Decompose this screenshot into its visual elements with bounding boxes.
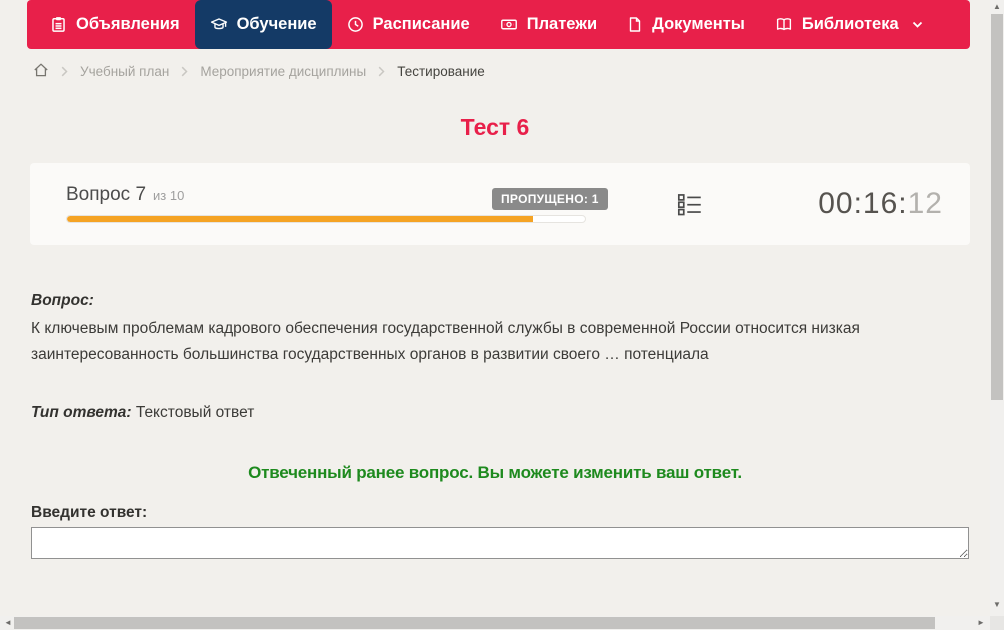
answer-input[interactable] (31, 527, 969, 559)
nav-item-schedule[interactable]: Расписание (332, 0, 485, 49)
timer: 00:16:12 (818, 187, 943, 221)
clipboard-icon (50, 16, 67, 33)
answered-earlier-note: Отвеченный ранее вопрос. Вы можете измен… (248, 463, 742, 482)
nav-item-documents[interactable]: Документы (612, 0, 760, 49)
nav-label: Документы (652, 15, 745, 33)
nav-item-payments[interactable]: Платежи (485, 0, 612, 49)
answer-type-value: Текстовый ответ (135, 404, 255, 421)
answer-type-row: Тип ответа: Текстовый ответ (31, 404, 254, 422)
question-number: Вопрос 7 (66, 184, 147, 205)
scroll-down-arrow-icon[interactable]: ▼ (990, 601, 1004, 609)
breadcrumb-separator-icon (181, 66, 188, 77)
chevron-down-icon (912, 21, 923, 29)
nav-label: Платежи (526, 15, 598, 33)
progress-bar-fill (67, 216, 534, 222)
question-total: из 10 (153, 188, 185, 203)
horizontal-scrollbar[interactable]: ◄ ► (0, 616, 990, 630)
home-icon[interactable] (33, 62, 49, 81)
question-list-icon[interactable] (676, 191, 703, 223)
answer-type-label: Тип ответа: (31, 404, 132, 421)
breadcrumb-link-discipline-event[interactable]: Мероприятие дисциплины (200, 64, 366, 79)
banknote-icon (500, 16, 518, 33)
scroll-right-arrow-icon[interactable]: ► (974, 619, 988, 627)
breadcrumb-current-testing: Тестирование (397, 64, 485, 79)
timer-main: 00:16: (818, 187, 908, 220)
page-title: Тест 6 (460, 114, 530, 140)
graduation-cap-icon (210, 16, 228, 33)
answer-input-label: Введите ответ: (31, 504, 148, 521)
open-book-icon (775, 16, 793, 33)
breadcrumb-separator-icon (378, 66, 385, 77)
vertical-scrollbar[interactable]: ▲ ▼ (990, 0, 1004, 616)
scroll-up-arrow-icon[interactable]: ▲ (990, 3, 1004, 11)
main-navbar: Объявления Обучение Расписание Платежи Д… (27, 0, 970, 49)
page-content: Объявления Обучение Расписание Платежи Д… (0, 0, 990, 616)
nav-label: Обучение (236, 15, 317, 33)
clock-icon (347, 16, 364, 33)
nav-item-learning[interactable]: Обучение (194, 0, 332, 49)
scrollbar-corner (990, 616, 1004, 630)
quiz-status-panel: Вопрос 7 из 10 ПРОПУЩЕНО: 1 00:16:12 (30, 163, 970, 245)
question-counter: Вопрос 7 из 10 (66, 184, 184, 206)
horizontal-scrollbar-thumb[interactable] (14, 617, 935, 629)
breadcrumb-link-curriculum[interactable]: Учебный план (80, 64, 169, 79)
breadcrumb-separator-icon (61, 66, 68, 77)
timer-seconds: 12 (907, 187, 943, 220)
nav-label: Расписание (372, 15, 470, 33)
question-text: К ключевым проблемам кадрового обеспечен… (31, 320, 860, 363)
nav-item-library[interactable]: Библиотека (760, 0, 938, 49)
nav-item-announcements[interactable]: Объявления (35, 0, 195, 49)
question-heading: Вопрос: (31, 292, 94, 309)
skipped-badge: ПРОПУЩЕНО: 1 (492, 188, 608, 210)
vertical-scrollbar-thumb[interactable] (991, 14, 1003, 400)
nav-label: Библиотека (801, 15, 899, 33)
scroll-left-arrow-icon[interactable]: ◄ (1, 619, 15, 627)
document-icon (627, 16, 643, 33)
progress-bar (66, 215, 586, 223)
breadcrumb: Учебный план Мероприятие дисциплины Тест… (33, 62, 485, 81)
nav-label: Объявления (76, 15, 180, 33)
